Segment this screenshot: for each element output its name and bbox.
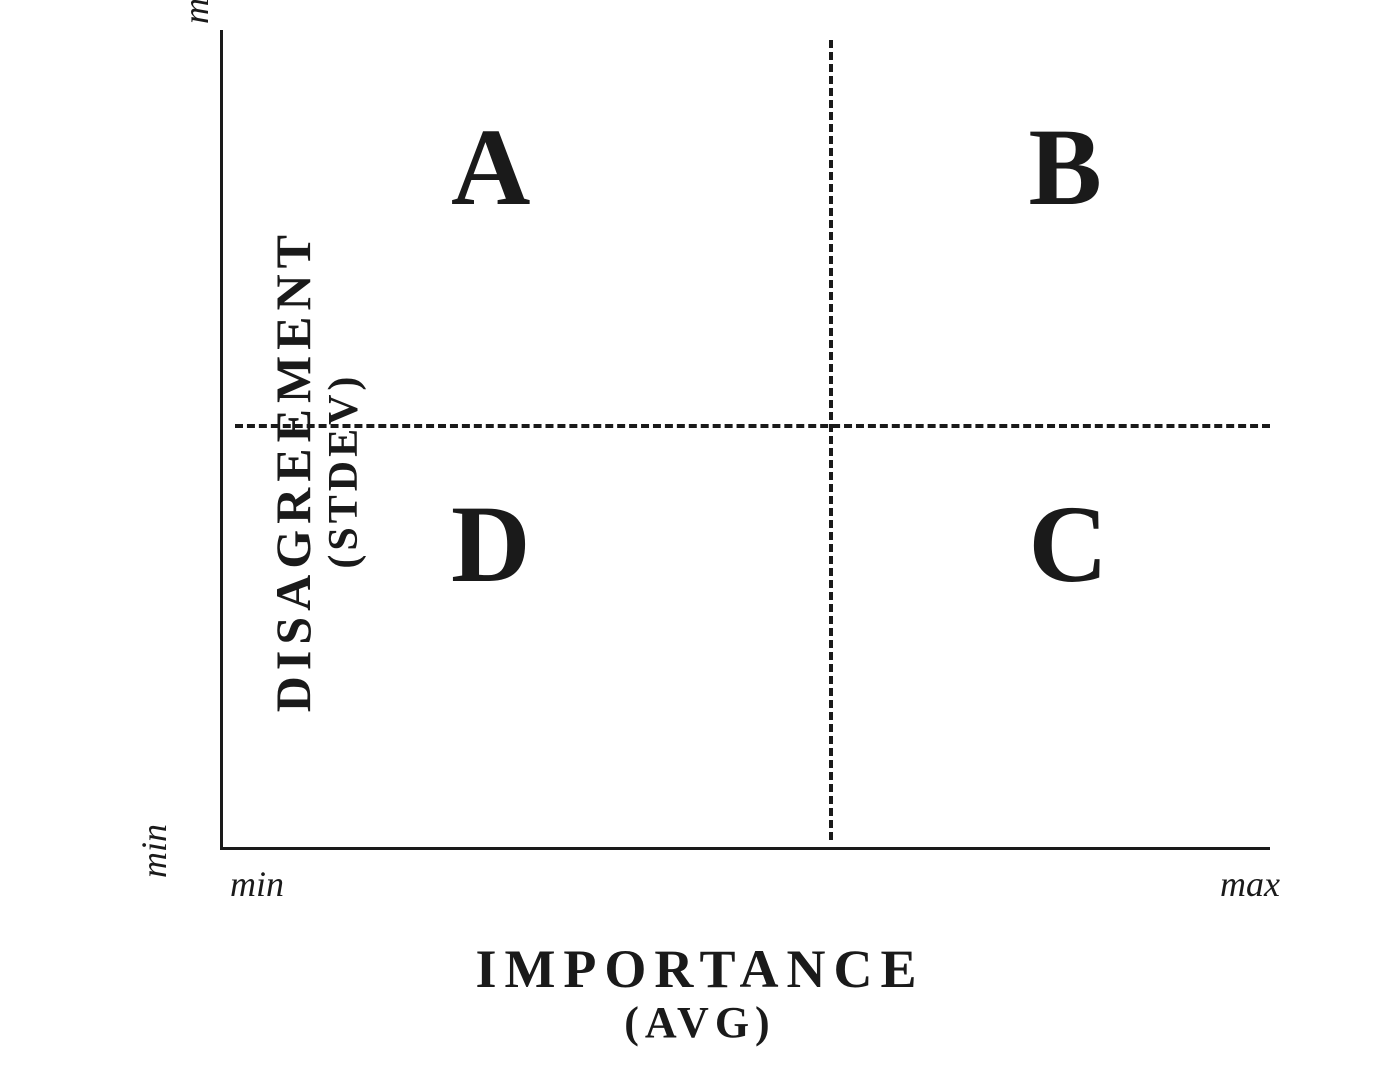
y-tick-max: max — [175, 0, 217, 24]
x-axis-title: IMPORTANCE (AVG) — [0, 940, 1400, 1048]
y-axis-line — [220, 30, 223, 850]
x-axis-line — [220, 847, 1270, 850]
quadrant-d-label: D — [451, 489, 530, 599]
quadrant-a-label: A — [451, 112, 530, 222]
y-tick-min: min — [133, 824, 175, 878]
x-tick-max: max — [1220, 863, 1280, 905]
x-axis-title-sub: (AVG) — [0, 999, 1400, 1047]
x-axis-title-main: IMPORTANCE — [0, 940, 1400, 999]
vertical-divider — [829, 40, 833, 840]
quadrant-b-label: B — [1029, 112, 1102, 222]
quadrant-c-label: C — [1029, 489, 1108, 599]
quadrant-chart: A B C D max min min max — [220, 30, 1270, 850]
x-tick-min: min — [230, 863, 284, 905]
horizontal-divider — [235, 424, 1270, 428]
